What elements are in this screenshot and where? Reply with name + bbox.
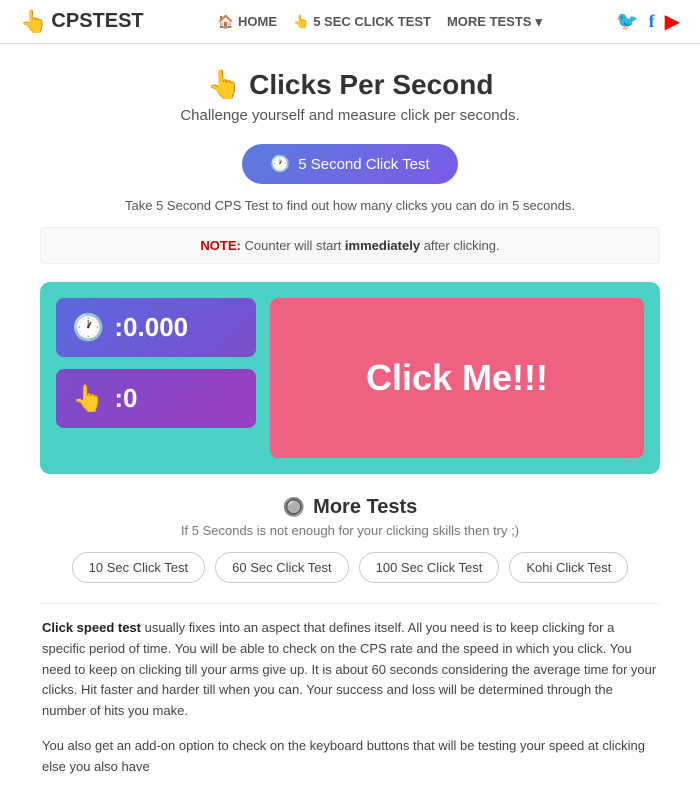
clock-icon: 🕐 [270,154,290,174]
more-tests-subtitle: If 5 Seconds is not enough for your clic… [40,523,660,538]
nav-home[interactable]: 🏠 HOME [218,14,277,30]
home-icon: 🏠 [218,14,234,30]
article-para1: Click speed test usually fixes into an a… [42,618,658,722]
page-subtitle: Challenge yourself and measure click per… [40,107,660,124]
article-bold: Click speed test [42,620,141,635]
more-tests-title: 🔘 More Tests [40,496,660,519]
brand-logo[interactable]: 👆 CPSTEST [20,9,144,35]
nav-5sec[interactable]: 👆 5 SEC CLICK TEST [293,14,431,30]
test-btn-10sec[interactable]: 10 Sec Click Test [72,552,205,583]
twitter-icon[interactable]: 🐦 [616,11,638,32]
time-value: :0.000 [114,312,188,343]
click-count-icon: 👆 [72,383,104,414]
brand-name: CPSTEST [51,10,143,33]
chevron-down-icon: ▾ [535,14,542,30]
click-me-button[interactable]: Click Me!!! [270,298,644,458]
time-stat-box: 🕐 :0.000 [56,298,256,357]
five-sec-test-button[interactable]: 🕐 5 Second Click Test [242,144,457,184]
test-btn-kohi[interactable]: Kohi Click Test [509,552,628,583]
navbar: 👆 CPSTEST 🏠 HOME 👆 5 SEC CLICK TEST MORE… [0,0,700,44]
note-box: NOTE: Counter will start immediately aft… [40,227,660,264]
article-para2: You also get an add-on option to check o… [42,736,658,778]
divider [40,603,660,604]
note-end: after clicking. [424,238,500,253]
nav-links: 🏠 HOME 👆 5 SEC CLICK TEST MORE TESTS ▾ [218,14,542,30]
sec-icon: 👆 [293,14,309,30]
more-tests-label: MORE TESTS [447,14,532,29]
clicks-stat-box: 👆 :0 [56,369,256,428]
article-section: Click speed test usually fixes into an a… [40,618,660,778]
social-icons: 🐦 f ▶ [616,9,680,34]
more-tests-icon: 🔘 [283,497,305,518]
note-text: Counter will start [245,238,345,253]
click-count-value: :0 [114,383,137,414]
hero-desc: Take 5 Second CPS Test to find out how m… [40,198,660,213]
home-label: HOME [238,14,277,29]
youtube-icon[interactable]: ▶ [665,9,680,34]
stats-column: 🕐 :0.000 👆 :0 [56,298,256,458]
nav-more-tests[interactable]: MORE TESTS ▾ [447,14,542,30]
page-title: 👆 Clicks Per Second [40,68,660,101]
facebook-icon[interactable]: f [649,11,655,32]
main-content: 👆 Clicks Per Second Challenge yourself a… [0,44,700,812]
test-buttons-group: 10 Sec Click Test 60 Sec Click Test 100 … [40,552,660,583]
note-label: NOTE: [200,238,240,253]
more-tests-section: 🔘 More Tests If 5 Seconds is not enough … [40,496,660,583]
brand-icon: 👆 [20,9,47,35]
title-icon: 👆 [207,69,242,100]
click-area-wrapper: 🕐 :0.000 👆 :0 Click Me!!! [40,282,660,474]
timer-icon: 🕐 [72,312,104,343]
test-btn-60sec[interactable]: 60 Sec Click Test [215,552,348,583]
test-btn-100sec[interactable]: 100 Sec Click Test [359,552,500,583]
note-bold: immediately [345,238,420,253]
sec-label: 5 SEC CLICK TEST [313,14,431,29]
